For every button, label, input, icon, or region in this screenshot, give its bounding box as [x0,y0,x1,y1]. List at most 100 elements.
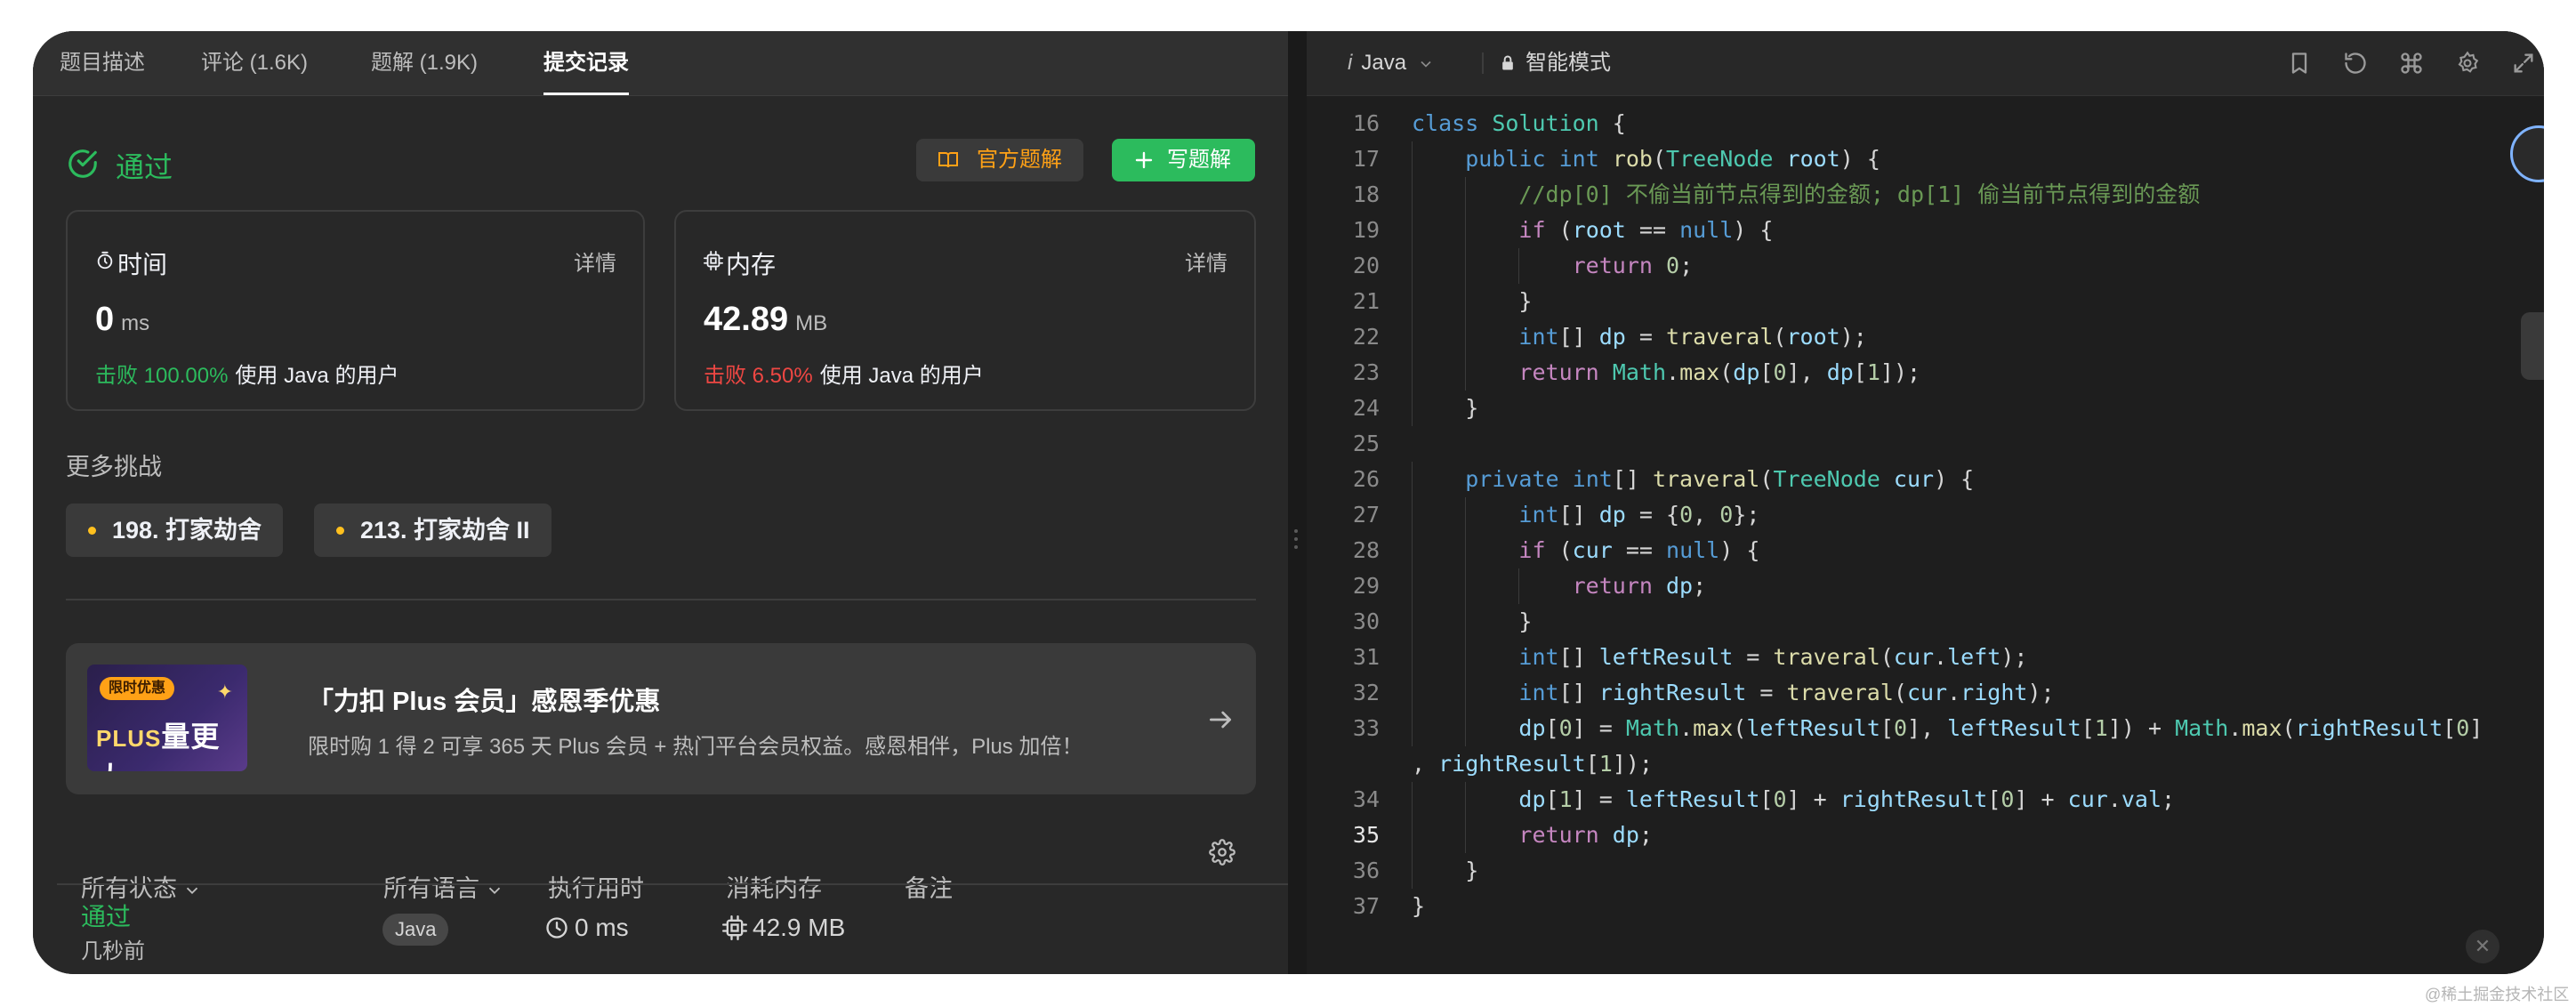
language-badge: Java [382,914,449,946]
indent-guide [1465,497,1467,533]
editor-toolbar: i Java 智能模式 [1307,31,2544,96]
line-number: 16 [1352,110,1380,136]
indent-guide [1518,248,1520,284]
code-text: if (cur == null) { [1518,537,1760,563]
code-text: } [1412,288,1533,314]
filter-language-dropdown[interactable]: 所有语言 [383,869,504,904]
runtime-detail-link[interactable]: 详情 [574,246,616,277]
reset-icon[interactable] [2343,51,2368,76]
memory-detail-link[interactable]: 详情 [1185,246,1228,277]
language-select[interactable]: i Java [1348,31,1435,95]
lock-icon [1502,55,1513,70]
expand-icon[interactable] [2511,51,2536,76]
line-number: 28 [1352,537,1380,563]
memory-card[interactable]: 内存 详情 42.89 MB 击败 6.50% 使用 Java 的用户 [674,210,1256,411]
memory-beat: 击败 6.50% 使用 Java 的用户 [704,358,984,389]
circle-check-icon [68,149,97,178]
code-text: class Solution { [1412,110,1626,136]
close-icon[interactable]: ✕ [2466,930,2500,963]
indent-guide [1412,213,1413,248]
line-number: 18 [1352,181,1380,207]
chip-icon [704,251,723,270]
code-text: } [1412,395,1479,421]
tab-description[interactable]: 题目描述 [60,31,145,95]
indent-guide [1412,355,1413,391]
code-text: } [1412,858,1479,883]
line-number: 31 [1352,644,1380,670]
line-number: 29 [1352,573,1380,599]
code-area[interactable]: 16 class Solution {17 public int rob(Tree… [1307,106,2544,974]
command-icon[interactable] [2399,51,2424,76]
indent-guide [1465,213,1467,248]
code-text: return dp; [1518,822,1653,848]
tab-comments[interactable]: 评论 (1.6K) [201,31,308,95]
code-text: int[] dp = traveral(root); [1518,324,1867,350]
watermark: @稀土掘金技术社区 [2425,986,2570,1003]
bookmark-icon[interactable] [2287,51,2312,76]
plus-icon [1135,151,1153,169]
memory-value: 42.89 MB [704,301,827,339]
tab-submissions[interactable]: 提交记录 [543,31,629,95]
line-number: 21 [1352,288,1380,314]
panel-resizer[interactable] [1288,31,1307,974]
code-text: return dp; [1572,573,1707,599]
memory-beat-percent: 击败 6.50% [704,364,813,388]
indent-guide [1465,711,1467,746]
indent-guide [1465,319,1467,355]
line-number: 26 [1352,466,1380,492]
line-number: 20 [1352,253,1380,278]
indent-guide [1465,284,1467,319]
line-number: 37 [1352,893,1380,919]
sparkle-icon: ✦ [216,681,233,703]
indent-guide [1465,782,1467,818]
code-text: dp[0] = Math.max(leftResult[0], leftResu… [1518,715,2483,741]
status-label: 通过 [116,151,173,183]
indent-guide [1412,853,1413,889]
stopwatch-icon [97,251,113,270]
runtime-beat-text: 使用 Java 的用户 [235,364,399,388]
gear-icon[interactable] [2455,51,2480,76]
row-time: 几秒前 [81,939,145,963]
line-number: 22 [1352,324,1380,350]
write-solution-button[interactable]: 写题解 [1112,139,1255,181]
indent-guide [1465,604,1467,640]
line-number: 32 [1352,680,1380,705]
line-number: 35 [1352,822,1380,848]
header-runtime: 执行用时 [548,875,644,902]
chip-icon [722,915,747,940]
indent-guide [1412,818,1413,853]
gear-icon[interactable] [1209,839,1236,866]
resizer-handle [1294,529,1300,553]
indent-guide [1412,177,1413,213]
challenge-chip[interactable]: 213. 打家劫舍 II [314,504,551,557]
toolbar-separator [1482,52,1484,74]
line-number: 17 [1352,146,1380,172]
indent-guide [1412,533,1413,568]
indent-guide [1412,319,1413,355]
promo-description: 限时购 1 得 2 可享 365 天 Plus 会员 + 热门平台会员权益。感恩… [308,735,1083,759]
promo-banner[interactable]: 限时优惠 ✦ PLUS量更大 「力扣 Plus 会员」感恩季优惠 限时购 1 得… [66,643,1256,794]
more-challenges-title: 更多挑战 [66,454,162,480]
header-memory: 消耗内存 [726,875,822,902]
official-solution-button[interactable]: 官方题解 [916,139,1083,181]
code-text: dp[1] = leftResult[0] + rightResult[0] +… [1518,786,2176,812]
challenge-chip[interactable]: 198. 打家劫舍 [66,504,284,557]
indent-guide [1465,568,1467,604]
indent-guide [1465,177,1467,213]
row-status[interactable]: 通过 [81,898,131,933]
line-number: 27 [1352,502,1380,528]
tab-solutions[interactable]: 题解 (1.9K) [371,31,478,95]
line-number: 30 [1352,608,1380,634]
runtime-number: 0 [95,301,115,338]
line-number: 24 [1352,395,1380,421]
memory-number: 42.89 [704,301,789,338]
row-memory: 42.9 MB [722,914,845,942]
runtime-card[interactable]: 时间 详情 0 ms 击败 100.00% 使用 Java 的用户 [66,210,645,411]
write-solution-label: 写题解 [1167,148,1231,172]
memory-beat-text: 使用 Java 的用户 [819,364,984,388]
runtime-unit: ms [121,311,150,335]
side-drawer-handle[interactable] [2521,312,2544,380]
indent-guide [1518,568,1520,604]
smart-mode[interactable]: 智能模式 [1499,31,1611,95]
row-runtime: 0 ms [544,914,629,942]
